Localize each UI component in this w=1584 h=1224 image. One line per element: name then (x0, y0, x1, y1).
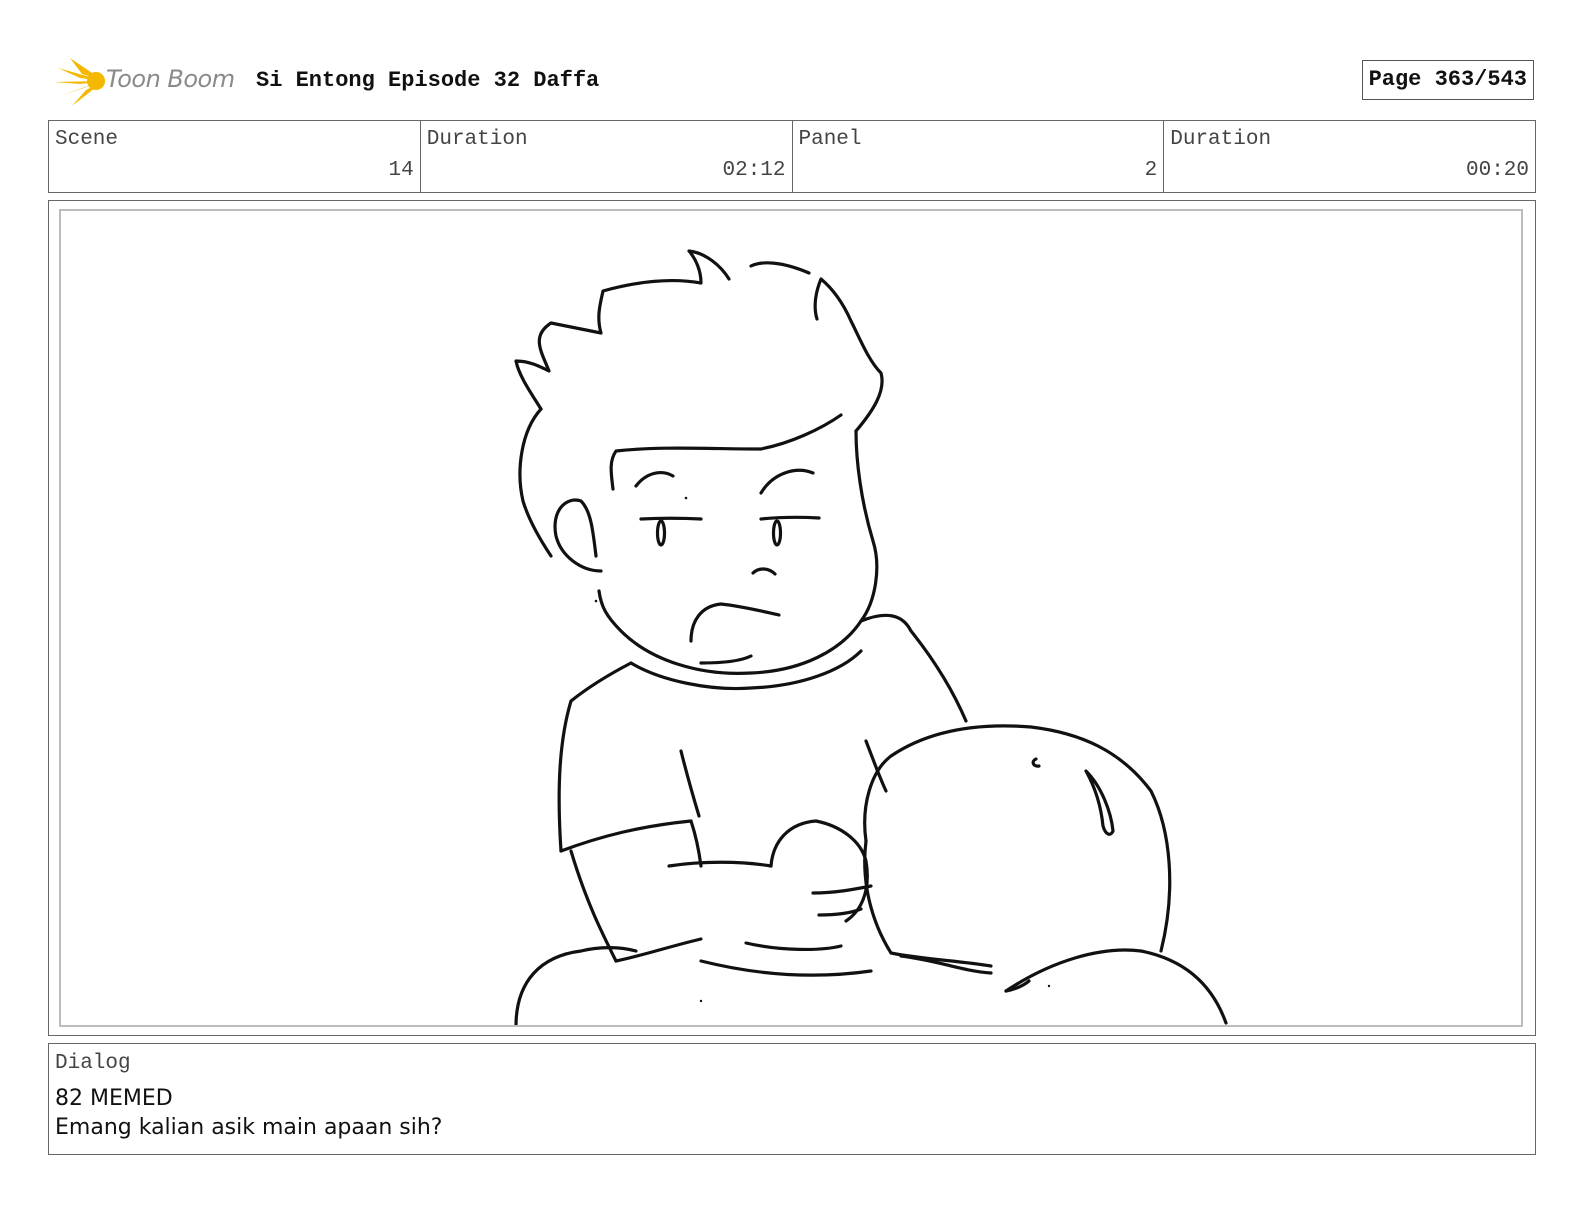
page-indicator: Page 363/543 (1361, 60, 1534, 100)
scene-duration-value: 02:12 (722, 159, 786, 182)
toon-boom-logo: Toon Boom (52, 54, 242, 108)
scene-info-row: Scene 14 Duration 02:12 Panel 2 Duration… (48, 120, 1536, 193)
storyboard-panel (59, 209, 1523, 1027)
panel-label: Panel (798, 128, 862, 151)
dialog-speaker: 82 MEMED (55, 1086, 173, 1111)
scene-label: Scene (55, 128, 119, 151)
panel-cell: Panel 2 (793, 121, 1165, 192)
dialog-label: Dialog (55, 1052, 131, 1075)
burst-icon (54, 58, 105, 106)
storyboard-panel-frame (48, 200, 1536, 1036)
scene-duration-cell: Duration 02:12 (421, 121, 793, 192)
dialog-text: Emang kalian asik main apaan sih? (55, 1115, 443, 1140)
panel-value: 2 (1144, 159, 1158, 182)
page-header: Toon Boom Si Entong Episode 32 Daffa Pag… (50, 52, 1534, 110)
boy-sketch-drawing (514, 249, 1228, 1025)
dialog-section: Dialog 82 MEMED Emang kalian asik main a… (48, 1043, 1536, 1155)
scene-cell: Scene 14 (49, 121, 421, 192)
scene-duration-label: Duration (426, 128, 528, 151)
panel-duration-label: Duration (1170, 128, 1272, 151)
document-title: Si Entong Episode 32 Daffa (256, 68, 600, 93)
panel-duration-cell: Duration 00:20 (1164, 121, 1535, 192)
logo-text: Toon Boom (106, 65, 235, 93)
scene-value: 14 (388, 159, 414, 182)
panel-duration-value: 00:20 (1465, 159, 1529, 182)
